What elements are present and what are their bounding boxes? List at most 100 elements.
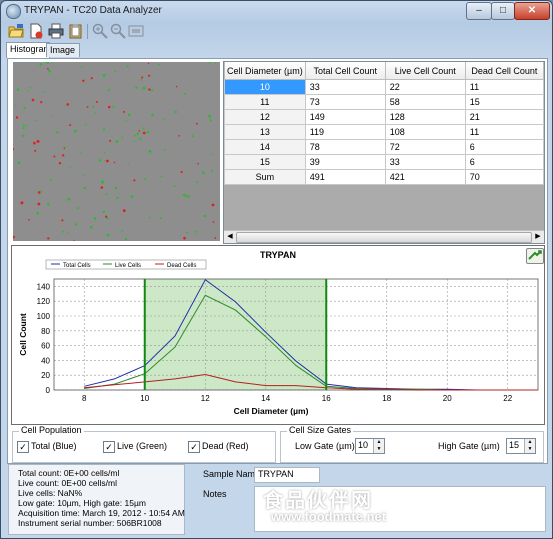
table-cell[interactable]: 421	[384, 169, 466, 185]
live-cell-dot	[107, 88, 110, 92]
table-cell[interactable]: 11	[464, 79, 545, 95]
live-cell-dot	[46, 61, 49, 64]
table-row[interactable]: 11 73 58 15	[224, 94, 545, 110]
table-cell[interactable]: 108	[384, 124, 466, 140]
column-header[interactable]: Total Cell Count	[304, 62, 386, 80]
table-row[interactable]: 14 78 72 6	[224, 139, 545, 155]
table-row[interactable]: 15 39 33 6	[224, 154, 545, 170]
spin-arrows-icon[interactable]: ▲ ▼	[524, 439, 535, 453]
table-cell[interactable]: 58	[384, 94, 466, 110]
scroll-right-icon[interactable]: ▶	[533, 232, 543, 241]
live-cell-dot	[126, 65, 129, 68]
live-cell-dot	[139, 138, 142, 141]
sample-name-input[interactable]: TRYPAN	[254, 467, 320, 483]
row-header-cell[interactable]: 14	[224, 139, 306, 155]
maximize-button[interactable]: □	[491, 2, 515, 20]
table-cell[interactable]: 39	[304, 154, 386, 170]
dead-checkbox[interactable]: ✓	[188, 441, 200, 453]
table-cell[interactable]: 72	[384, 139, 466, 155]
cell-image-thumbnail[interactable]	[11, 61, 220, 242]
row-header-cell[interactable]: Sum	[224, 169, 306, 185]
table-cell[interactable]: 70	[464, 169, 545, 185]
live-cell-dot	[39, 63, 42, 66]
new-document-icon[interactable]	[28, 23, 44, 39]
live-cell-dot	[92, 105, 95, 108]
open-folder-icon[interactable]	[8, 23, 24, 39]
dead-cell-dot	[53, 155, 56, 158]
spin-arrows-icon[interactable]: ▲ ▼	[373, 439, 384, 453]
table-cell[interactable]: 119	[304, 124, 386, 140]
dead-cell-dot	[106, 159, 109, 163]
row-header-cell[interactable]: 15	[224, 154, 306, 170]
live-cell-dot	[80, 66, 83, 68]
row-header-cell[interactable]: 13	[224, 124, 306, 140]
close-button[interactable]: ✕	[514, 2, 550, 20]
horizontal-scrollbar[interactable]: ◀ ▶	[224, 230, 544, 243]
total-checkbox[interactable]: ✓	[17, 441, 29, 453]
data-grid[interactable]: Cell Diameter (µm) Total Cell Count Live C…	[224, 62, 545, 185]
live-cell-dot	[185, 231, 188, 234]
live-cell-dot	[93, 217, 97, 220]
live-cell-dot	[89, 225, 93, 229]
table-cell[interactable]: 78	[304, 139, 386, 155]
row-header-cell[interactable]: 11	[224, 94, 306, 110]
tab-image[interactable]: Image	[46, 43, 80, 57]
table-cell[interactable]: 33	[384, 154, 466, 170]
table-cell[interactable]: 15	[464, 94, 545, 110]
live-cell-dot	[105, 193, 108, 196]
high-gate-stepper[interactable]: 15 ▲ ▼	[506, 438, 536, 454]
table-row[interactable]: 10 33 22 11	[224, 79, 545, 95]
minimize-button[interactable]: –	[466, 2, 492, 20]
scroll-thumb[interactable]	[236, 232, 532, 243]
table-cell[interactable]: 11	[464, 124, 545, 140]
print-icon[interactable]	[48, 23, 64, 39]
live-cell-dot	[21, 134, 25, 137]
dead-cell-dot	[33, 141, 36, 145]
tab-histogram[interactable]: Histogram	[6, 42, 51, 58]
clipboard-icon[interactable]	[68, 23, 84, 39]
low-gate-stepper[interactable]: 10 ▲ ▼	[355, 438, 385, 454]
dead-cell-dot	[214, 237, 217, 240]
table-cell[interactable]: 22	[384, 79, 466, 95]
dead-cell-dot	[142, 131, 146, 135]
dead-cell-dot	[28, 218, 30, 221]
column-header[interactable]: Cell Diameter (µm)	[224, 62, 306, 80]
fit-to-window-icon[interactable]	[128, 23, 144, 39]
summary-panel: Total count: 0E+00 cells/ml Live count: …	[8, 464, 185, 535]
live-cell-dot	[39, 190, 42, 193]
scroll-left-icon[interactable]: ◀	[225, 232, 235, 241]
table-cell[interactable]: 21	[464, 109, 545, 125]
zoom-out-icon[interactable]	[110, 23, 126, 39]
zoom-in-icon[interactable]	[92, 23, 108, 39]
column-header[interactable]: Live Cell Count	[384, 62, 466, 80]
dead-cell-dot	[47, 67, 49, 70]
live-cell-dot	[15, 105, 17, 107]
summary-line: Live count: 0E+00 cells/ml	[18, 478, 117, 488]
live-cell-dot	[195, 230, 198, 233]
row-header-cell[interactable]: 10	[224, 79, 306, 95]
histogram-panel: Cell Diameter (µm) Total Cell Count Live C…	[7, 58, 548, 464]
table-cell[interactable]: 491	[304, 169, 386, 185]
table-cell[interactable]: 73	[304, 94, 386, 110]
y-tick-label: 40	[41, 356, 50, 365]
table-row[interactable]: 12 149 128 21	[224, 109, 545, 125]
table-cell[interactable]: 149	[304, 109, 386, 125]
cell-population-title: Cell Population	[19, 425, 84, 435]
live-cell-dot	[127, 162, 129, 165]
table-cell[interactable]: 6	[464, 139, 545, 155]
table-row[interactable]: 13 119 108 11	[224, 124, 545, 140]
dead-cell-dot	[47, 237, 50, 240]
live-cell-dot	[23, 106, 26, 110]
cell-count-table[interactable]: Cell Diameter (µm) Total Cell Count Live C…	[223, 61, 545, 244]
column-header[interactable]: Dead Cell Count	[464, 62, 545, 80]
legend-label: Total Cells	[63, 263, 91, 269]
table-row[interactable]: Sum 491 421 70	[224, 169, 545, 185]
table-cell[interactable]: 128	[384, 109, 466, 125]
row-header-cell[interactable]: 12	[224, 109, 306, 125]
dead-cell-dot	[123, 110, 126, 113]
table-header-row: Cell Diameter (µm) Total Cell Count Live C…	[224, 62, 545, 80]
live-checkbox[interactable]: ✓	[103, 441, 115, 453]
table-cell[interactable]: 6	[464, 154, 545, 170]
table-cell[interactable]: 33	[304, 79, 386, 95]
live-cell-dot	[102, 74, 106, 77]
